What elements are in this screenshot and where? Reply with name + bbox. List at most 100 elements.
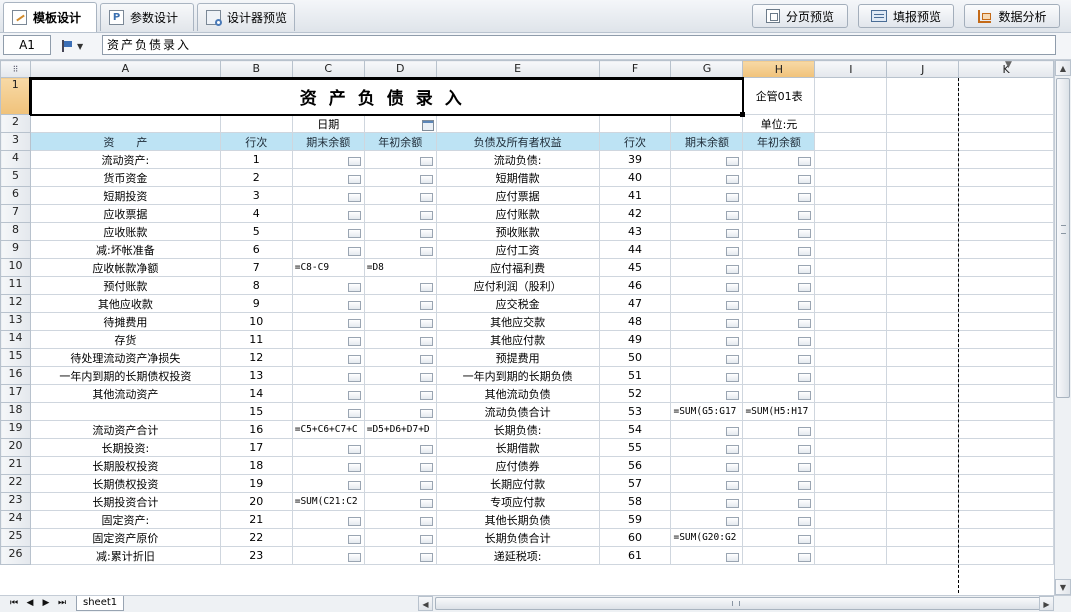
- input-widget-icon[interactable]: [726, 337, 740, 346]
- cell-c[interactable]: [291, 348, 365, 367]
- fill-handle[interactable]: [740, 112, 745, 117]
- cell-e[interactable]: 应付账款: [435, 204, 600, 223]
- cell-d[interactable]: [363, 204, 437, 223]
- cell[interactable]: [958, 132, 1054, 151]
- page-preview-button[interactable]: 分页预览: [752, 4, 848, 28]
- cell-b[interactable]: 9: [219, 294, 293, 313]
- cell-b[interactable]: 11: [219, 330, 293, 349]
- cell[interactable]: [886, 438, 960, 457]
- input-widget-icon[interactable]: [726, 445, 740, 454]
- next-sheet-icon[interactable]: ▶: [40, 597, 52, 610]
- cell-reference-box[interactable]: A1: [3, 35, 51, 55]
- cell-h[interactable]: =SUM(H5:H17: [742, 402, 816, 421]
- cell-d[interactable]: [363, 348, 437, 367]
- cell-f[interactable]: 53: [598, 402, 672, 421]
- cell-g[interactable]: =SUM(G5:G17: [670, 402, 744, 421]
- cell-d[interactable]: [363, 366, 437, 385]
- input-widget-icon[interactable]: [798, 445, 812, 454]
- cell[interactable]: [814, 312, 888, 331]
- formula-input[interactable]: 资产负债录入: [102, 35, 1056, 55]
- cell-c[interactable]: [291, 330, 365, 349]
- cell-e[interactable]: 流动负债合计: [435, 402, 600, 421]
- cell-a[interactable]: 一年内到期的长期债权投资: [29, 366, 221, 385]
- cell[interactable]: [814, 456, 888, 475]
- input-widget-icon[interactable]: [798, 283, 812, 292]
- row-header[interactable]: 18: [0, 402, 31, 421]
- input-widget-icon[interactable]: [798, 427, 812, 436]
- cell-a[interactable]: 减:坏帐准备: [29, 240, 221, 259]
- cell-a[interactable]: 其他流动资产: [29, 384, 221, 403]
- cell[interactable]: [814, 366, 888, 385]
- cell-h[interactable]: [742, 456, 816, 475]
- header-cell-assets[interactable]: 资 产: [29, 132, 221, 151]
- spreadsheet-grid[interactable]: ⠿ A B C D E F G H I J K 1 资产负债录入 企管01表 2…: [0, 60, 1054, 595]
- cell-h[interactable]: [742, 312, 816, 331]
- cell[interactable]: [886, 348, 960, 367]
- input-widget-icon[interactable]: [419, 463, 433, 472]
- cell-d[interactable]: [363, 528, 437, 547]
- cell-b[interactable]: 2: [219, 168, 293, 187]
- cell[interactable]: [958, 204, 1054, 223]
- cell-f[interactable]: 58: [598, 492, 672, 511]
- cell-g[interactable]: [670, 222, 744, 241]
- cell-a[interactable]: 预付账款: [29, 276, 221, 295]
- input-widget-icon[interactable]: [798, 319, 812, 328]
- cell-h[interactable]: [742, 168, 816, 187]
- input-widget-icon[interactable]: [798, 355, 812, 364]
- cell-a[interactable]: 长期股权投资: [29, 456, 221, 475]
- input-widget-icon[interactable]: [347, 193, 361, 202]
- cell-a[interactable]: 流动资产:: [29, 150, 221, 169]
- cell-a[interactable]: 长期投资合计: [29, 492, 221, 511]
- cell-b[interactable]: 13: [219, 366, 293, 385]
- cell[interactable]: [886, 77, 960, 115]
- cell[interactable]: [886, 384, 960, 403]
- cell[interactable]: [958, 222, 1054, 241]
- cell-a[interactable]: 短期投资: [29, 186, 221, 205]
- row-header[interactable]: 9: [0, 240, 31, 259]
- cell-d[interactable]: [363, 294, 437, 313]
- header-cell-period-end[interactable]: 期末余额: [670, 132, 744, 151]
- input-widget-icon[interactable]: [798, 499, 812, 508]
- header-cell-line[interactable]: 行次: [598, 132, 672, 151]
- row-header[interactable]: 15: [0, 348, 31, 367]
- cell-c[interactable]: =SUM(C21:C2: [291, 492, 365, 511]
- cell-e[interactable]: 应付票据: [435, 186, 600, 205]
- input-widget-icon[interactable]: [347, 373, 361, 382]
- cell[interactable]: [29, 114, 221, 133]
- fill-preview-button[interactable]: 填报预览: [858, 4, 954, 28]
- cell-g[interactable]: [670, 240, 744, 259]
- input-widget-icon[interactable]: [798, 175, 812, 184]
- cell[interactable]: [886, 294, 960, 313]
- row-header[interactable]: 5: [0, 168, 31, 187]
- cell-e[interactable]: 递延税项:: [435, 546, 600, 565]
- input-widget-icon[interactable]: [726, 283, 740, 292]
- input-widget-icon[interactable]: [798, 373, 812, 382]
- input-widget-icon[interactable]: [419, 337, 433, 346]
- date-label-cell[interactable]: 日期: [291, 114, 365, 133]
- cell-h[interactable]: [742, 528, 816, 547]
- cell-h[interactable]: [742, 276, 816, 295]
- cell-e[interactable]: 其他应付款: [435, 330, 600, 349]
- cell[interactable]: [886, 330, 960, 349]
- cell-a[interactable]: 减:累计折旧: [29, 546, 221, 565]
- row-header[interactable]: 16: [0, 366, 31, 385]
- input-widget-icon[interactable]: [798, 337, 812, 346]
- cell[interactable]: [886, 474, 960, 493]
- cell-c[interactable]: =C5+C6+C7+C: [291, 420, 365, 439]
- cell-f[interactable]: 52: [598, 384, 672, 403]
- cell-f[interactable]: 40: [598, 168, 672, 187]
- header-cell-year-begin[interactable]: 年初余额: [363, 132, 437, 151]
- cell-g[interactable]: [670, 294, 744, 313]
- cell-a[interactable]: 待摊费用: [29, 312, 221, 331]
- cell-g[interactable]: [670, 510, 744, 529]
- cell-c[interactable]: =C8-C9: [291, 258, 365, 277]
- input-widget-icon[interactable]: [419, 157, 433, 166]
- cell[interactable]: [958, 77, 1054, 115]
- cell-f[interactable]: 49: [598, 330, 672, 349]
- cell-c[interactable]: [291, 168, 365, 187]
- cell-c[interactable]: [291, 366, 365, 385]
- input-widget-icon[interactable]: [798, 535, 812, 544]
- cell-d[interactable]: [363, 474, 437, 493]
- cell-d[interactable]: [363, 492, 437, 511]
- report-code-cell[interactable]: 企管01表: [742, 77, 816, 115]
